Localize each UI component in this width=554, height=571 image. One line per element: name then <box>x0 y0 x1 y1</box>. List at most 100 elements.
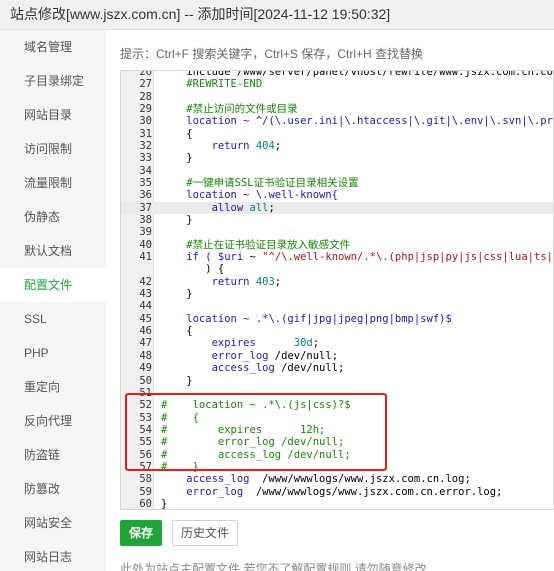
line-number: 46 <box>139 325 152 338</box>
config-warning-note: 此处为站点主配置文件,若您不了解配置规则,请勿随意修改. <box>120 562 431 571</box>
line-number: 60 <box>139 497 152 510</box>
sidebar-item[interactable]: PHP <box>0 336 106 370</box>
sidebar-item[interactable]: 访问限制 <box>0 132 106 166</box>
sidebar-item[interactable]: 重定向 <box>0 370 106 404</box>
line-number: 56 <box>139 448 152 461</box>
line-number: 31 <box>139 127 152 140</box>
config-code-editor[interactable]: 26 include /www/server/panel/vhost/rewri… <box>120 70 554 510</box>
sidebar-item[interactable]: 网站日志 <box>0 540 106 571</box>
code-token: { <box>161 127 193 140</box>
line-number: 38 <box>139 214 152 227</box>
code-line: 55 # error_log /dev/null; <box>121 436 553 449</box>
code-token: ; <box>331 349 339 362</box>
code-line: 45 location ~ .*\.(gif|jpg|jpeg|png|bmp|… <box>121 313 553 325</box>
code-text: access_log /www/wwwlogs/www.jszx.com.cn.… <box>161 473 471 485</box>
code-text: } <box>161 152 192 164</box>
code-token: ; <box>268 201 275 214</box>
line-number: 58 <box>139 473 152 486</box>
line-number: 27 <box>139 78 152 91</box>
code-token: #REWRITE-END <box>161 78 263 91</box>
code-token: return <box>161 140 256 153</box>
code-text: error_log /www/wwwlogs/www.jszx.com.cn.e… <box>161 486 502 498</box>
code-token: } <box>161 374 193 387</box>
code-line: 32 return 404; <box>121 140 553 153</box>
sidebar-item[interactable]: 网站安全 <box>0 506 106 540</box>
sidebar-item[interactable]: SSL <box>0 302 106 336</box>
line-number: 34 <box>139 164 152 177</box>
window-titlebar: 站点修改[www.jszx.com.cn] -- 添加时间[2024-11-12… <box>0 0 554 30</box>
code-text: return 403; <box>161 275 282 288</box>
code-line: 37 allow all; <box>121 201 553 215</box>
code-text: # access_log /dev/null; <box>161 449 351 461</box>
line-number: 57 <box>139 460 152 473</box>
code-line: ) { <box>121 263 553 275</box>
code-token: ) { <box>161 263 225 276</box>
line-number: 32 <box>139 140 152 153</box>
sidebar-item[interactable]: 流量限制 <box>0 166 106 200</box>
code-line: 58 access_log /www/wwwlogs/www.jszx.com.… <box>121 473 553 486</box>
code-text: access_log /dev/null; <box>161 362 345 375</box>
code-text: expires 30d; <box>161 337 320 350</box>
sidebar-item[interactable]: 域名管理 <box>0 30 106 64</box>
line-number: 48 <box>139 349 152 362</box>
history-files-button[interactable]: 历史文件 <box>172 520 238 546</box>
sidebar-item[interactable]: 反向代理 <box>0 404 106 438</box>
code-line: 41 if ( $uri ~ "^/\.well-known/.*\.(php|… <box>121 251 553 264</box>
line-number: 39 <box>139 226 152 239</box>
line-number: 40 <box>139 238 152 251</box>
code-line: 28 <box>121 91 553 103</box>
code-token: # } <box>161 460 199 473</box>
code-text: # error_log /dev/null; <box>161 436 344 448</box>
code-text: return 404; <box>161 140 282 153</box>
code-text: ) { <box>161 263 224 275</box>
code-line: 47 expires 30d; <box>121 337 553 350</box>
code-token: /dev/null <box>274 349 332 362</box>
code-text: #禁止在证书验证目录放入敏感文件 <box>161 239 350 251</box>
code-token: # { <box>161 411 199 424</box>
code-token: allow <box>161 201 250 214</box>
sidebar-item[interactable]: 配置文件 <box>0 268 106 302</box>
code-token: ; <box>312 337 320 350</box>
code-text: } <box>161 288 192 300</box>
code-text: location ~ \.well-known{ <box>161 189 338 201</box>
code-line: 57 # } <box>121 460 553 473</box>
sidebar-item[interactable]: 防盗链 <box>0 438 106 472</box>
code-token: /dev/null <box>281 362 339 375</box>
code-line: 35 #一键申请SSL证书验证目录相关设置 <box>121 177 553 190</box>
code-line: 44 <box>121 300 553 312</box>
code-token: access_log <box>161 362 282 375</box>
line-number: 26 <box>139 70 152 78</box>
code-token: } <box>161 214 193 227</box>
save-button[interactable]: 保存 <box>120 520 162 546</box>
code-text: # } <box>161 461 199 473</box>
code-token: error_log <box>161 349 275 362</box>
code-token: 403 <box>255 275 275 288</box>
code-token: #一键申请SSL证书验证目录相关设置 <box>161 177 359 190</box>
line-number: 54 <box>139 423 152 436</box>
line-number: 43 <box>139 288 152 301</box>
code-token: #禁止在证书验证目录放入敏感文件 <box>161 238 351 251</box>
sidebar-item[interactable]: 网站目录 <box>0 98 106 132</box>
code-token: location ~ ^/(\.user.ini|\.htaccess|\.gi… <box>186 115 553 128</box>
code-line: 51 <box>121 386 553 399</box>
code-token: access_log <box>161 473 263 486</box>
sidebar-item[interactable]: 默认文档 <box>0 234 106 268</box>
line-number: 51 <box>139 386 152 399</box>
code-token: ~ <box>243 251 263 264</box>
sidebar-item[interactable]: 防篡改 <box>0 472 106 506</box>
sidebar: 域名管理 子目录绑定 网站目录 访问限制 流量限制 伪静态 默认文档 配置文件 SSL PHP 重定… <box>0 30 106 571</box>
line-number: 55 <box>139 436 152 449</box>
code-line: 53 # { <box>121 411 553 424</box>
code-token: error_log <box>161 485 256 498</box>
code-text: allow all; <box>161 202 275 214</box>
line-number: 59 <box>139 485 152 498</box>
code-line: 56 # access_log /dev/null; <box>121 448 553 461</box>
sidebar-item[interactable]: 子目录绑定 <box>0 64 106 98</box>
sidebar-item[interactable]: 伪静态 <box>0 200 106 234</box>
code-line: 26 include /www/server/panel/vhost/rewri… <box>121 70 553 78</box>
line-number: 41 <box>139 251 152 264</box>
code-text: } <box>161 374 193 387</box>
code-token: /www/wwwlogs/www.jszx.com.cn.log; <box>262 473 471 486</box>
code-line: 50 } <box>121 374 553 387</box>
code-line: 59 error_log /www/wwwlogs/www.jszx.com.c… <box>121 485 553 498</box>
